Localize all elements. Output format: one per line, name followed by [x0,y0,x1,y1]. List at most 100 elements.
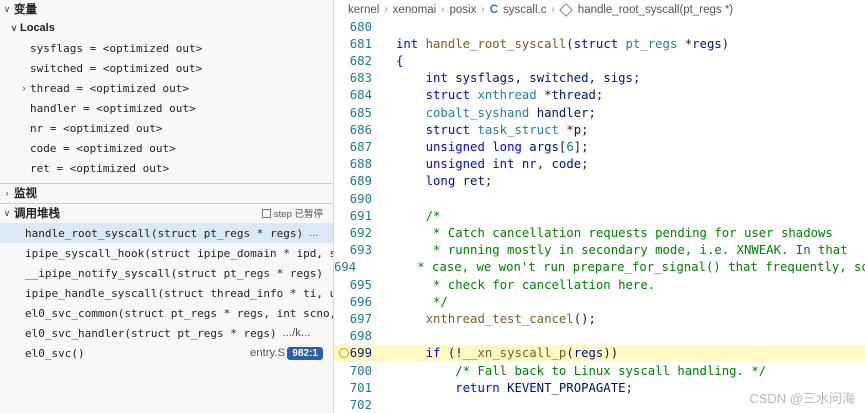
code-line: 696 */ [334,293,865,310]
stack-frame[interactable]: __ipipe_notify_syscall(struct pt_regs * … [0,263,333,283]
variable-value: ret = <optimized out> [30,161,170,175]
line-number[interactable]: 701 [334,381,372,395]
stack-frame[interactable]: el0_svc_common(struct pt_regs * regs, in… [0,303,333,323]
code-line: 680 [334,18,865,35]
stack-frame-source: ... [309,227,319,239]
chevron-down-icon: ∨ [3,207,11,218]
variable-value: nr = <optimized out> [30,121,163,135]
watch-title: 监视 [14,188,37,200]
variable-sysflags[interactable]: sysflags = <optimized out> [0,38,333,58]
code-line: 684 struct xnthread *thread; [334,87,865,104]
code-text: * Catch cancellation requests pending fo… [425,225,833,240]
line-number[interactable]: 690 [334,192,372,206]
breadcrumb: kernel › xenomai › posix › C syscall.c ›… [334,0,865,19]
stack-frame-function: ipipe_syscall_hook(struct ipipe_domain *… [25,246,333,260]
code-line: 697 xnthread_test_cancel(); [334,310,865,327]
stack-frame-source: .../k... [282,327,311,339]
variable-code[interactable]: code = <optimized out> [0,138,333,158]
variable-value: code = <optimized out> [30,141,176,155]
code-text: int sysflags, switched, sigs; [425,71,641,86]
line-number[interactable]: 689 [334,174,372,188]
line-number[interactable]: 692 [334,226,372,240]
code-text: * case, we won't run prepare_for_signal(… [409,260,865,275]
line-number[interactable]: 680 [334,20,372,34]
variable-ret[interactable]: ret = <optimized out> [0,158,333,178]
line-number[interactable]: 683 [334,71,372,85]
stack-frame-function: ipipe_handle_syscall(struct thread_info … [25,286,333,300]
line-number[interactable]: 685 [334,106,372,120]
stack-frame-function: el0_svc_common(struct pt_regs * regs, in… [25,306,333,320]
line-number[interactable]: 697 [334,312,372,326]
line-number[interactable]: 686 [334,123,372,137]
chevron-right-icon: › [481,4,485,15]
c-file-icon: C [489,3,498,16]
breadcrumb-item-file[interactable]: syscall.c [503,4,546,16]
line-number[interactable]: 696 [334,295,372,309]
line-number[interactable]: 687 [334,140,372,154]
code-line: 683 int sysflags, switched, sigs; [334,70,865,87]
variable-nr[interactable]: nr = <optimized out> [0,118,333,138]
line-number[interactable]: 681 [334,37,372,51]
locals-label: Locals [20,22,55,34]
breadcrumb-item-symbol[interactable]: handle_root_syscall(pt_regs *) [578,4,733,16]
line-number[interactable]: 700 [334,364,372,378]
code-text: /* [425,208,441,223]
variable-thread[interactable]: › thread = <optimized out> [0,78,333,98]
code-text: xnthread_test_cancel(); [425,311,596,326]
code-line: 693 * running mostly in secondary mode, … [334,242,865,259]
debug-sidebar: ∨ 变量 ∨ Locals sysflags = <optimized out>… [0,0,334,413]
line-number[interactable]: 702 [334,398,372,412]
code-text: struct xnthread *thread; [425,88,604,103]
breadcrumb-item-xenomai[interactable]: xenomai [393,4,436,16]
variable-handler[interactable]: handler = <optimized out> [0,98,333,118]
code-text: { [396,53,404,68]
locals-scope[interactable]: ∨ Locals [0,18,333,38]
variable-value: handler = <optimized out> [30,101,196,115]
stack-frame[interactable]: ipipe_syscall_hook(struct ipipe_domain *… [0,243,333,263]
function-symbol-icon [559,2,573,17]
variable-value: sysflags = <optimized out> [30,41,203,55]
variable-value: thread = <optimized out> [30,81,189,95]
code-line: 688 unsigned int nr, code; [334,156,865,173]
line-number[interactable]: 695 [334,278,372,292]
code-text: * check for cancellation here. [425,277,656,292]
stack-frame[interactable]: ipipe_handle_syscall(struct thread_info … [0,283,333,303]
chevron-right-icon[interactable]: › [18,83,30,93]
line-number[interactable]: 698 [334,329,372,343]
call-stack-section-header[interactable]: ∨ 调用堆栈 step 已暂停 [0,204,333,222]
line-number[interactable]: 684 [334,88,372,102]
chevron-down-icon: ∨ [3,3,11,14]
breadcrumb-item-kernel[interactable]: kernel [348,4,379,16]
breadcrumb-item-posix[interactable]: posix [449,4,476,16]
code-line: 695 * check for cancellation here. [334,276,865,293]
thread-status-text: step 已暂停 [273,209,323,220]
line-number[interactable]: 691 [334,209,372,223]
stack-frame-function: el0_svc() [25,346,85,360]
code-text: unsigned int nr, code; [425,157,589,172]
variables-section-header[interactable]: ∨ 变量 [0,0,333,18]
code-line: 681 int handle_root_syscall(struct pt_reg… [334,35,865,52]
code-line: 692 * Catch cancellation requests pendin… [334,224,865,241]
stack-frame[interactable]: el0_svc_handler(struct pt_regs * regs)..… [0,323,333,343]
stack-frame[interactable]: el0_svc() entry.S 982:1 [0,343,333,363]
chevron-right-icon: › [441,4,445,15]
variable-switched[interactable]: switched = <optimized out> [0,58,333,78]
variable-value: switched = <optimized out> [30,61,203,75]
code-line: 694 * case, we won't run prepare_for_sig… [334,259,865,276]
stack-frame[interactable]: handle_root_syscall(struct pt_regs * reg… [0,223,333,243]
code-line: 698 [334,328,865,345]
line-number[interactable]: 688 [334,157,372,171]
line-number[interactable]: 694 [334,260,356,274]
code-line: 686 struct task_struct *p; [334,121,865,138]
current-code-line: 699 if (!__xn_syscall_p(regs)) [334,344,865,362]
code-line: 691 /* [334,207,865,224]
chevron-right-icon: › [5,188,9,198]
stack-frame-function: __ipipe_notify_syscall(struct pt_regs * … [25,266,324,280]
variables-title: 变量 [14,4,37,16]
code-text: cobalt_syshand handler; [425,105,596,120]
line-number[interactable]: 693 [334,243,372,257]
line-number[interactable]: 682 [334,54,372,68]
code-text: */ [425,294,448,309]
code-text: if (!__xn_syscall_p(regs)) [425,346,619,361]
watch-section-header[interactable]: › 监视 [0,184,333,202]
